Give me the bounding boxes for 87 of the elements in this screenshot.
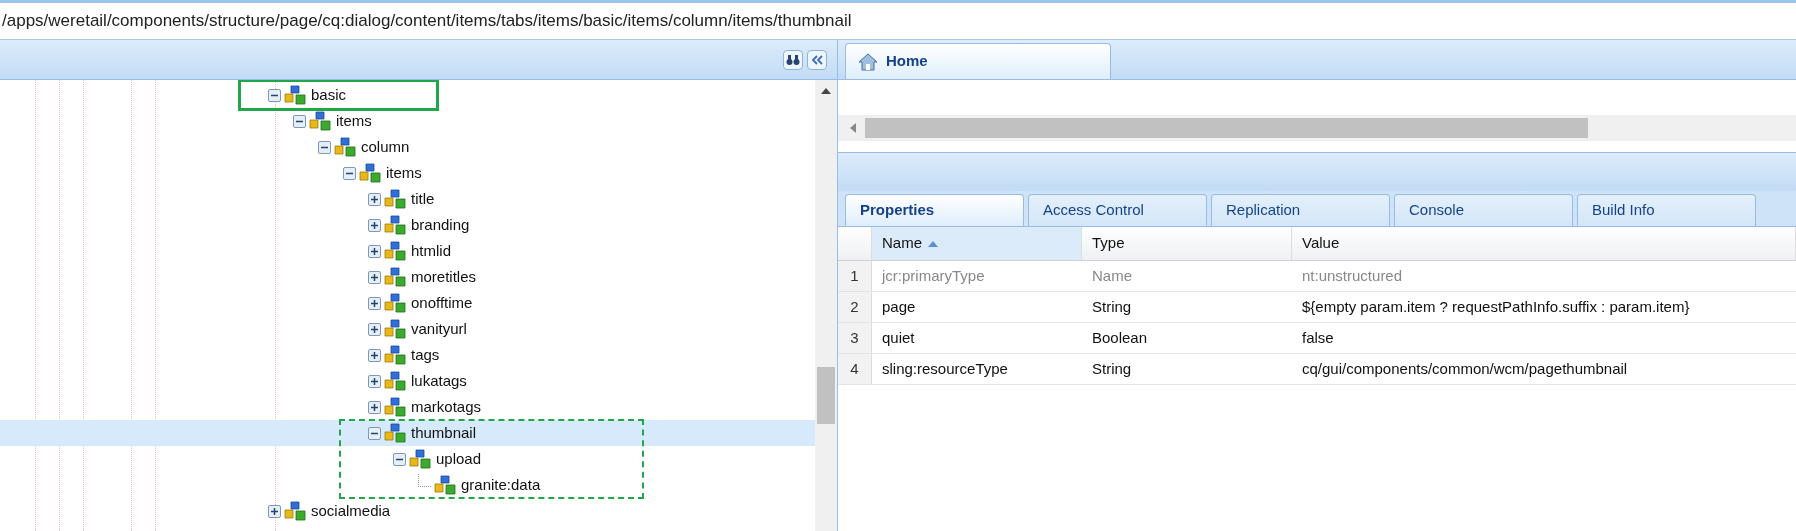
- expand-icon[interactable]: [368, 400, 381, 414]
- collapse-icon[interactable]: [293, 114, 306, 128]
- table-cell-text: false: [1301, 327, 1335, 348]
- vertical-scrollbar[interactable]: [815, 80, 837, 531]
- row-number: 1: [838, 261, 872, 291]
- table-cell-text: cq/gui/components/common/wcm/pagethumbnail: [1301, 358, 1629, 379]
- collapse-icon[interactable]: [393, 452, 406, 466]
- scrollbar-thumb[interactable]: [817, 367, 835, 424]
- property-tab[interactable]: Properties: [845, 194, 1024, 226]
- tree-node-label[interactable]: items: [386, 161, 422, 185]
- cubes-icon: [434, 475, 456, 495]
- tree-node-label[interactable]: upload: [436, 447, 482, 471]
- collapse-icon[interactable]: [268, 88, 281, 102]
- tree-node-label[interactable]: thumbnail: [411, 421, 477, 445]
- table-cell-text: Name: [1091, 265, 1133, 286]
- tree-node-label[interactable]: granite:data: [461, 473, 541, 497]
- cubes-icon: [359, 163, 381, 183]
- expand-icon[interactable]: [368, 192, 381, 206]
- binoculars-icon: [786, 53, 800, 66]
- tree-node-label[interactable]: onofftime: [411, 291, 473, 315]
- property-tab[interactable]: Console: [1394, 194, 1573, 226]
- cubes-icon: [409, 449, 431, 469]
- expand-icon[interactable]: [268, 504, 281, 518]
- tree-node-label[interactable]: htmlid: [411, 239, 451, 263]
- cubes-icon: [384, 397, 406, 417]
- row-number: 4: [838, 354, 872, 384]
- table-cell-text: page: [881, 296, 917, 317]
- column-header[interactable]: Name: [872, 227, 1082, 260]
- property-tab[interactable]: Build Info: [1577, 194, 1756, 226]
- tree-node-label[interactable]: moretitles: [411, 265, 477, 289]
- scrollbar-thumb[interactable]: [865, 118, 1588, 138]
- cubes-icon: [384, 293, 406, 313]
- cubes-icon: [384, 423, 406, 443]
- tree-node-label[interactable]: vanityurl: [411, 317, 467, 341]
- cubes-icon: [384, 267, 406, 287]
- tree-node-label[interactable]: tags: [411, 343, 440, 367]
- table-cell-text: jcr:primaryType: [880, 265, 986, 286]
- property-tab[interactable]: Access Control: [1028, 194, 1207, 226]
- cubes-icon: [384, 319, 406, 339]
- collapse-icon[interactable]: [368, 426, 381, 440]
- cubes-icon: [334, 137, 356, 157]
- table-cell-text: nt:unstructured: [1301, 265, 1404, 286]
- tree-node-label[interactable]: lukatags: [411, 369, 467, 393]
- collapse-icon[interactable]: [318, 140, 331, 154]
- tree-node-label[interactable]: title: [411, 187, 435, 211]
- path-field[interactable]: /apps/weretail/components/structure/page/cq:dialog/content/items/tabs/items/basic/items/column/items/thumbnail: [2, 8, 852, 34]
- expand-icon[interactable]: [368, 270, 381, 284]
- cubes-icon: [284, 501, 306, 521]
- horizontal-scrollbar[interactable]: [838, 115, 1796, 141]
- collapse-panel-button[interactable]: [807, 49, 827, 70]
- tree-node-label[interactable]: markotags: [411, 395, 482, 419]
- expand-icon[interactable]: [368, 374, 381, 388]
- tree-node-label[interactable]: column: [361, 135, 410, 159]
- table-cell-text: ${empty param.item ? requestPathInfo.suffix : param.item}: [1301, 296, 1691, 317]
- row-number: 2: [838, 292, 872, 322]
- tree-node-label[interactable]: socialmedia: [311, 499, 391, 523]
- row-number: 3: [838, 323, 872, 353]
- table-cell-text: sling:resourceType: [881, 358, 1009, 379]
- scroll-up-icon[interactable]: [821, 88, 831, 94]
- tree-node-label[interactable]: items: [336, 109, 372, 133]
- tree-node-label[interactable]: branding: [411, 213, 470, 237]
- tree-node-label[interactable]: basic: [311, 83, 347, 107]
- double-chevron-left-icon: [811, 54, 823, 65]
- property-tab[interactable]: Replication: [1211, 194, 1390, 226]
- cubes-icon: [309, 111, 331, 131]
- expand-icon[interactable]: [368, 348, 381, 362]
- cubes-icon: [284, 85, 306, 105]
- table-cell-text: Boolean: [1091, 327, 1149, 348]
- table-cell-text: String: [1091, 296, 1133, 317]
- cubes-icon: [384, 241, 406, 261]
- expand-icon[interactable]: [368, 296, 381, 310]
- home-tab[interactable]: Home: [845, 43, 1111, 79]
- cubes-icon: [384, 345, 406, 365]
- scroll-left-icon[interactable]: [850, 123, 856, 133]
- expand-icon[interactable]: [368, 218, 381, 232]
- table-cell-text: quiet: [881, 327, 916, 348]
- expand-icon[interactable]: [368, 322, 381, 336]
- collapse-icon[interactable]: [343, 166, 356, 180]
- cubes-icon: [384, 189, 406, 209]
- search-button[interactable]: [783, 49, 803, 70]
- column-header[interactable]: Value: [1292, 227, 1796, 260]
- cubes-icon: [384, 215, 406, 235]
- cubes-icon: [384, 371, 406, 391]
- column-header[interactable]: Type: [1082, 227, 1292, 260]
- table-cell-text: String: [1091, 358, 1133, 379]
- home-icon: [858, 52, 878, 71]
- expand-icon[interactable]: [368, 244, 381, 258]
